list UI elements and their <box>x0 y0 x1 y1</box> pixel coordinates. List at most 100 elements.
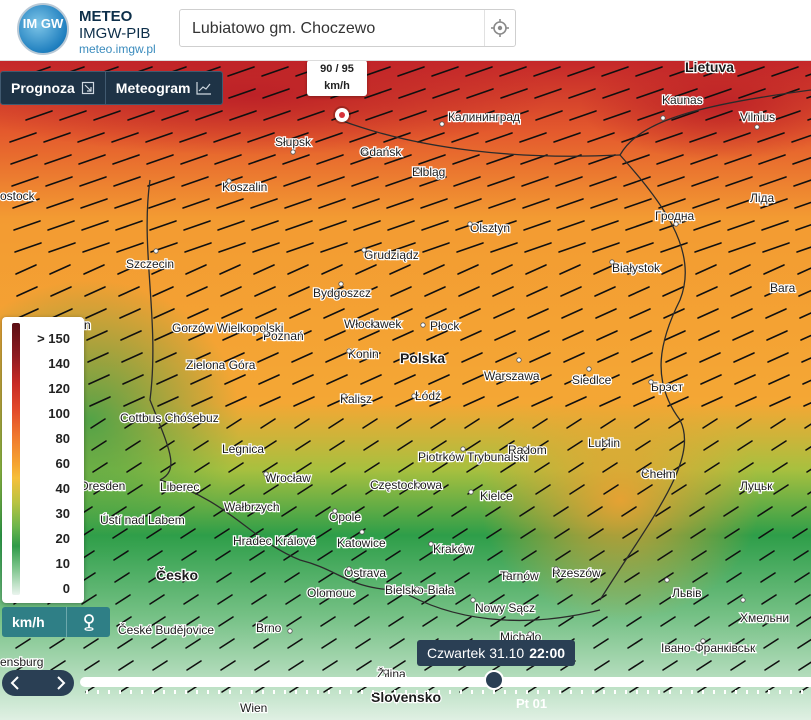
brand-subtitle: IMGW-PIB <box>79 25 151 42</box>
map-label: Legnica <box>222 442 264 456</box>
current-time-label: Czwartek 31.10 22:00 <box>417 640 575 666</box>
map-label: Olsztyn <box>470 221 510 235</box>
wind-map[interactable]: LietuvaKaunasVilniusКалининградSłupskGda… <box>0 60 811 720</box>
city-dot <box>648 379 654 385</box>
pin-button[interactable] <box>67 613 110 631</box>
search-input[interactable]: Lubiatowo gm. Choczewo <box>192 20 375 38</box>
city-dot <box>153 248 159 254</box>
time-tick <box>306 690 308 694</box>
tab-meteogram[interactable]: Meteogram <box>106 72 223 104</box>
city-dot <box>338 281 344 287</box>
legend-label: 80 <box>55 431 70 446</box>
time-tick <box>680 690 682 694</box>
map-label: Bydgoszcz <box>313 286 371 300</box>
time-tick <box>548 690 550 694</box>
city-dot <box>414 586 420 592</box>
time-tick <box>460 690 462 694</box>
legend-label: 60 <box>55 456 70 471</box>
city-dot <box>503 571 509 577</box>
map-label: Siedlce <box>572 373 612 387</box>
time-tick <box>218 690 220 694</box>
time-nav <box>2 670 74 696</box>
time-tick <box>185 690 187 694</box>
tooltip-value: 90 / 95 <box>320 63 354 75</box>
time-tick <box>647 690 649 694</box>
map-label: Rzeszów <box>552 566 601 580</box>
time-tick <box>372 690 374 694</box>
city-dot <box>290 149 296 155</box>
city-dot <box>673 221 679 227</box>
legend-label: 100 <box>48 406 70 421</box>
time-tick <box>163 690 165 694</box>
time-tick <box>449 690 451 694</box>
map-label: Liberec <box>160 480 199 494</box>
city-dot <box>415 168 421 174</box>
time-tick <box>570 690 572 694</box>
time-tick <box>108 690 110 694</box>
city-dot <box>609 259 615 265</box>
map-label: Hradec Králové <box>233 534 316 548</box>
city-dot <box>754 124 760 130</box>
city-dot <box>420 322 426 328</box>
chevron-left-icon[interactable] <box>8 675 22 691</box>
city-dot <box>346 348 352 354</box>
time-tick <box>702 690 704 694</box>
time-tick <box>691 690 693 694</box>
city-dot <box>226 178 232 184</box>
time-tick <box>757 690 759 694</box>
timeline: Czwartek 31.10 22:00 Pt 01 <box>0 640 811 720</box>
legend-label: 20 <box>55 531 70 546</box>
time-tick <box>141 690 143 694</box>
time-tick <box>240 690 242 694</box>
map-label: Częstochowa <box>370 478 442 492</box>
time-tick <box>262 690 264 694</box>
map-label: Polska <box>400 350 445 366</box>
city-dot <box>428 541 434 547</box>
time-slider-track[interactable] <box>80 677 811 687</box>
map-label: Lietuva <box>685 60 734 75</box>
chevron-right-icon[interactable] <box>54 675 68 691</box>
city-dot <box>332 508 338 514</box>
city-dot <box>586 366 592 372</box>
time-tick <box>284 690 286 694</box>
time-slider-handle[interactable] <box>484 670 504 690</box>
city-dot <box>467 221 473 227</box>
time-tick <box>350 690 352 694</box>
time-tick <box>130 690 132 694</box>
time-tick <box>394 690 396 694</box>
wind-area-east <box>480 380 760 620</box>
map-label: Bielsko-Biała <box>385 583 455 597</box>
time-tick <box>504 690 506 694</box>
location-search[interactable]: Lubiatowo gm. Choczewo <box>179 9 516 47</box>
locate-button[interactable] <box>484 10 515 46</box>
time-tick <box>801 690 803 694</box>
city-dot <box>263 330 269 336</box>
time-tick <box>416 690 418 694</box>
time-tick <box>515 690 517 694</box>
time-tick <box>97 690 99 694</box>
map-label: Луцьк <box>740 479 773 493</box>
time-tick <box>405 690 407 694</box>
map-label: Kielce <box>480 489 513 503</box>
imgw-logo[interactable]: IM GW <box>17 3 69 55</box>
map-label: Białystok <box>612 261 661 275</box>
brand-title: METEO <box>79 8 133 25</box>
unit-toggle[interactable]: km/h <box>2 614 66 630</box>
time-tick <box>207 690 209 694</box>
time-tick <box>493 690 495 694</box>
city-dot <box>439 121 445 127</box>
map-label: Nowy Sącz <box>475 601 535 615</box>
time-tick <box>339 690 341 694</box>
tab-prognoza[interactable]: Prognoza <box>1 72 106 104</box>
city-dot <box>470 597 476 603</box>
map-label: Хмельни <box>740 611 789 625</box>
city-dot <box>664 577 670 583</box>
city-dot <box>263 471 269 477</box>
time-tick <box>746 690 748 694</box>
time-tick <box>174 690 176 694</box>
brand-url[interactable]: meteo.imgw.pl <box>79 42 156 56</box>
location-marker[interactable] <box>335 108 349 122</box>
time-ticks <box>86 690 803 694</box>
map-label: Warszawa <box>484 369 540 383</box>
time-tick <box>383 690 385 694</box>
